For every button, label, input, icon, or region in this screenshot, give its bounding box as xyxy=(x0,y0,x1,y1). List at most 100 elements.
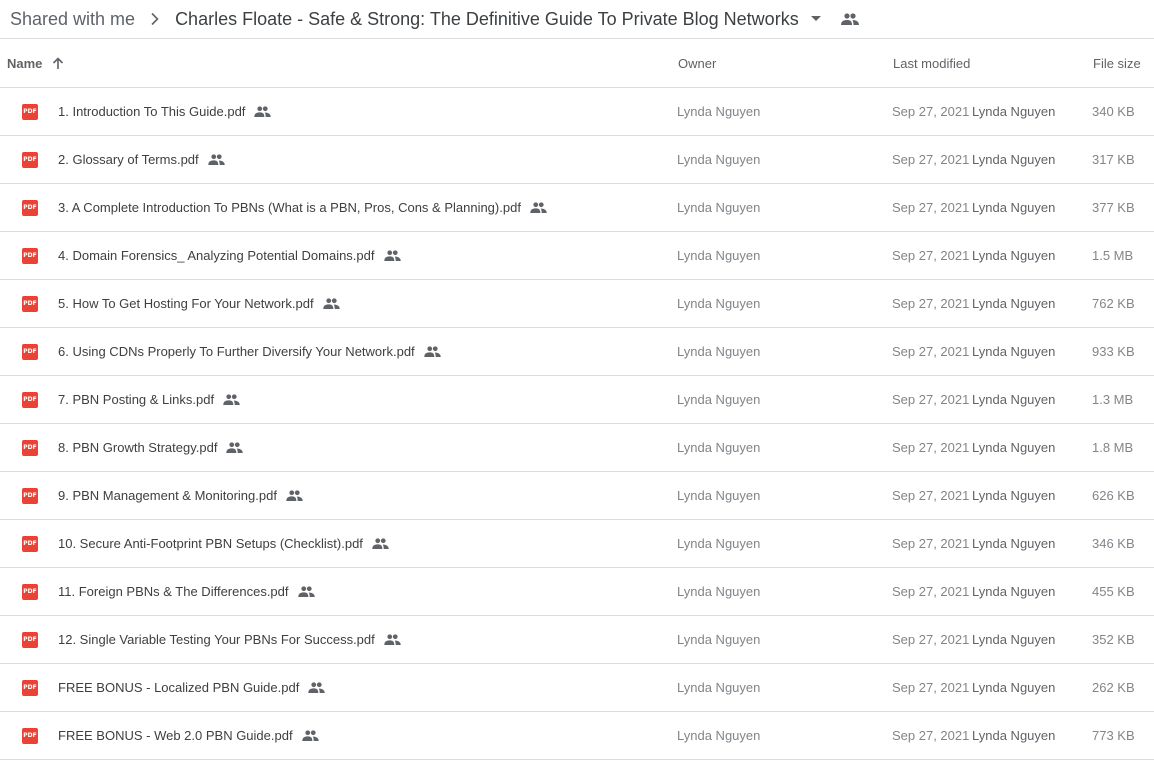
file-size: 1.5 MB xyxy=(1092,248,1134,263)
file-name-cell[interactable]: FREE BONUS - Web 2.0 PBN Guide.pdf xyxy=(58,712,319,759)
file-row[interactable]: PDF 7. PBN Posting & Links.pdf Lynda Ngu… xyxy=(0,376,1154,424)
breadcrumb-shared-with-me[interactable]: Shared with me xyxy=(10,9,135,30)
pdf-badge-label: PDF xyxy=(22,247,38,264)
people-icon xyxy=(286,490,303,501)
file-size: 773 KB xyxy=(1092,728,1135,743)
people-icon xyxy=(308,682,326,693)
people-icon xyxy=(301,730,319,741)
file-name: 9. PBN Management & Monitoring.pdf xyxy=(58,488,277,503)
file-modified-by: Lynda Nguyen xyxy=(972,104,1056,119)
people-icon xyxy=(226,442,244,453)
file-modified-date: Sep 27, 2021 xyxy=(892,152,970,167)
file-size: 455 KB xyxy=(1092,584,1135,599)
file-row[interactable]: PDF FREE BONUS - Web 2.0 PBN Guide.pdf L… xyxy=(0,712,1154,760)
file-size: 626 KB xyxy=(1092,488,1135,503)
caret-down-icon[interactable] xyxy=(810,16,821,22)
file-owner: Lynda Nguyen xyxy=(677,488,761,503)
column-header-file-size[interactable]: File size xyxy=(1093,56,1141,71)
file-size: 933 KB xyxy=(1092,344,1135,359)
pdf-file-icon: PDF xyxy=(22,280,38,327)
pdf-badge-label: PDF xyxy=(22,199,38,216)
file-name-cell[interactable]: 7. PBN Posting & Links.pdf xyxy=(58,376,240,423)
people-icon xyxy=(254,106,272,117)
pdf-file-icon: PDF xyxy=(22,520,38,567)
pdf-file-icon: PDF xyxy=(22,376,38,423)
file-modified-by: Lynda Nguyen xyxy=(972,488,1056,503)
file-modified-date: Sep 27, 2021 xyxy=(892,248,970,263)
file-owner: Lynda Nguyen xyxy=(677,104,761,119)
column-header-owner[interactable]: Owner xyxy=(678,56,716,71)
file-row[interactable]: PDF 11. Foreign PBNs & The Differences.p… xyxy=(0,568,1154,616)
file-name-cell[interactable]: 10. Secure Anti-Footprint PBN Setups (Ch… xyxy=(58,520,389,567)
file-modified-date: Sep 27, 2021 xyxy=(892,440,970,455)
pdf-badge-label: PDF xyxy=(22,103,38,120)
pdf-file-icon: PDF xyxy=(22,232,38,279)
pdf-file-icon: PDF xyxy=(22,424,38,471)
people-icon[interactable] xyxy=(840,13,859,25)
file-modified-by: Lynda Nguyen xyxy=(972,680,1056,695)
file-size: 352 KB xyxy=(1092,632,1135,647)
pdf-file-icon: PDF xyxy=(22,664,38,711)
file-name-cell[interactable]: 9. PBN Management & Monitoring.pdf xyxy=(58,472,303,519)
file-name-cell[interactable]: 11. Foreign PBNs & The Differences.pdf xyxy=(58,568,315,615)
file-row[interactable]: PDF 6. Using CDNs Properly To Further Di… xyxy=(0,328,1154,376)
file-owner: Lynda Nguyen xyxy=(677,632,761,647)
people-icon xyxy=(207,154,225,165)
file-name-cell[interactable]: 3. A Complete Introduction To PBNs (What… xyxy=(58,184,547,231)
people-icon xyxy=(530,202,547,213)
pdf-file-icon: PDF xyxy=(22,88,38,135)
pdf-badge-label: PDF xyxy=(22,151,38,168)
file-row[interactable]: PDF 5. How To Get Hosting For Your Netwo… xyxy=(0,280,1154,328)
file-name: 5. How To Get Hosting For Your Network.p… xyxy=(58,296,314,311)
people-icon xyxy=(322,298,340,309)
file-owner: Lynda Nguyen xyxy=(677,584,761,599)
file-row[interactable]: PDF 12. Single Variable Testing Your PBN… xyxy=(0,616,1154,664)
breadcrumb: Shared with me Charles Floate - Safe & S… xyxy=(0,0,1154,39)
file-size: 340 KB xyxy=(1092,104,1135,119)
file-name: 2. Glossary of Terms.pdf xyxy=(58,152,199,167)
column-header-name[interactable]: Name xyxy=(7,56,64,71)
file-name-cell[interactable]: 5. How To Get Hosting For Your Network.p… xyxy=(58,280,340,327)
file-name-cell[interactable]: 8. PBN Growth Strategy.pdf xyxy=(58,424,244,471)
file-modified-by: Lynda Nguyen xyxy=(972,536,1056,551)
file-row[interactable]: PDF 4. Domain Forensics_ Analyzing Poten… xyxy=(0,232,1154,280)
people-icon xyxy=(384,634,401,645)
file-name: 10. Secure Anti-Footprint PBN Setups (Ch… xyxy=(58,536,363,551)
file-name-cell[interactable]: 4. Domain Forensics_ Analyzing Potential… xyxy=(58,232,401,279)
file-name-cell[interactable]: 12. Single Variable Testing Your PBNs Fo… xyxy=(58,616,401,663)
file-modified-date: Sep 27, 2021 xyxy=(892,584,970,599)
file-row[interactable]: PDF 10. Secure Anti-Footprint PBN Setups… xyxy=(0,520,1154,568)
file-owner: Lynda Nguyen xyxy=(677,152,761,167)
pdf-file-icon: PDF xyxy=(22,328,38,375)
file-owner: Lynda Nguyen xyxy=(677,200,761,215)
file-size: 317 KB xyxy=(1092,152,1135,167)
file-row[interactable]: PDF 9. PBN Management & Monitoring.pdf L… xyxy=(0,472,1154,520)
file-owner: Lynda Nguyen xyxy=(677,536,761,551)
pdf-badge-label: PDF xyxy=(22,487,38,504)
column-header-last-modified[interactable]: Last modified xyxy=(893,56,970,71)
file-row[interactable]: PDF 3. A Complete Introduction To PBNs (… xyxy=(0,184,1154,232)
file-modified-date: Sep 27, 2021 xyxy=(892,536,970,551)
file-modified-by: Lynda Nguyen xyxy=(972,296,1056,311)
pdf-badge-label: PDF xyxy=(22,583,38,600)
pdf-badge-label: PDF xyxy=(22,679,38,696)
file-modified-by: Lynda Nguyen xyxy=(972,248,1056,263)
file-name-cell[interactable]: 1. Introduction To This Guide.pdf xyxy=(58,88,272,135)
file-owner: Lynda Nguyen xyxy=(677,680,761,695)
file-name-cell[interactable]: FREE BONUS - Localized PBN Guide.pdf xyxy=(58,664,326,711)
file-row[interactable]: PDF 8. PBN Growth Strategy.pdf Lynda Ngu… xyxy=(0,424,1154,472)
pdf-badge-label: PDF xyxy=(22,727,38,744)
pdf-file-icon: PDF xyxy=(22,712,38,759)
file-size: 1.8 MB xyxy=(1092,440,1134,455)
file-row[interactable]: PDF 1. Introduction To This Guide.pdf Ly… xyxy=(0,88,1154,136)
file-size: 377 KB xyxy=(1092,200,1135,215)
arrow-up-icon[interactable] xyxy=(52,56,64,70)
file-row[interactable]: PDF 2. Glossary of Terms.pdf Lynda Nguye… xyxy=(0,136,1154,184)
file-row[interactable]: PDF FREE BONUS - Localized PBN Guide.pdf… xyxy=(0,664,1154,712)
file-modified-date: Sep 27, 2021 xyxy=(892,104,970,119)
breadcrumb-current-folder[interactable]: Charles Floate - Safe & Strong: The Defi… xyxy=(175,9,799,30)
file-name-cell[interactable]: 2. Glossary of Terms.pdf xyxy=(58,136,225,183)
people-icon xyxy=(372,538,389,549)
file-modified-date: Sep 27, 2021 xyxy=(892,728,970,743)
file-name-cell[interactable]: 6. Using CDNs Properly To Further Divers… xyxy=(58,328,441,375)
